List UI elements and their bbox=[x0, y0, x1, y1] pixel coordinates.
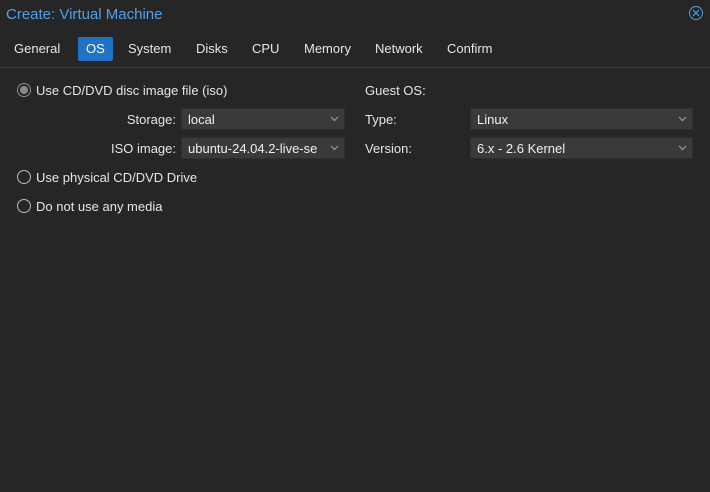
iso-image-label: ISO image: bbox=[110, 141, 176, 156]
os-type-value: Linux bbox=[477, 111, 509, 127]
storage-select[interactable]: local bbox=[181, 108, 345, 130]
tab-confirm[interactable]: Confirm bbox=[439, 37, 501, 61]
tab-general[interactable]: General bbox=[6, 37, 68, 61]
iso-image-value: ubuntu-24.04.2-live-se bbox=[188, 140, 318, 156]
close-icon bbox=[692, 9, 700, 17]
window-titlebar: Create: Virtual Machine bbox=[0, 0, 710, 29]
chevron-down-icon[interactable] bbox=[324, 138, 344, 158]
chevron-down-icon[interactable] bbox=[672, 109, 692, 129]
os-version-select[interactable]: 6.x - 2.6 Kernel bbox=[470, 137, 693, 159]
radio-button[interactable] bbox=[17, 199, 31, 213]
radio-label-no-media: Do not use any media bbox=[36, 198, 163, 214]
window-title: Create: Virtual Machine bbox=[6, 6, 163, 23]
storage-value: local bbox=[188, 111, 215, 127]
tab-network[interactable]: Network bbox=[367, 37, 431, 61]
chevron-down-icon[interactable] bbox=[324, 109, 344, 129]
guest-os-heading: Guest OS: bbox=[365, 83, 426, 98]
os-version-label: Version: bbox=[365, 141, 412, 156]
radio-iso-image[interactable]: Use CD/DVD disc image file (iso) bbox=[17, 81, 227, 99]
radio-button[interactable] bbox=[17, 170, 31, 184]
tab-cpu[interactable]: CPU bbox=[244, 37, 287, 61]
radio-label-iso: Use CD/DVD disc image file (iso) bbox=[36, 82, 228, 98]
os-type-label: Type: bbox=[365, 112, 397, 127]
close-button[interactable] bbox=[689, 6, 703, 20]
tab-disks[interactable]: Disks bbox=[188, 37, 236, 61]
tab-memory[interactable]: Memory bbox=[296, 37, 359, 61]
iso-image-select[interactable]: ubuntu-24.04.2-live-se bbox=[181, 137, 345, 159]
radio-button-checked[interactable] bbox=[17, 83, 31, 97]
tab-bar: General OS System Disks CPU Memory Netwo… bbox=[0, 37, 710, 68]
radio-no-media[interactable]: Do not use any media bbox=[17, 197, 162, 215]
chevron-down-icon[interactable] bbox=[672, 138, 692, 158]
os-type-select[interactable]: Linux bbox=[470, 108, 693, 130]
radio-label-physical: Use physical CD/DVD Drive bbox=[36, 169, 198, 185]
os-version-value: 6.x - 2.6 Kernel bbox=[477, 140, 566, 156]
radio-physical-drive[interactable]: Use physical CD/DVD Drive bbox=[17, 168, 197, 186]
tab-os[interactable]: OS bbox=[78, 37, 113, 61]
tab-system[interactable]: System bbox=[120, 37, 179, 61]
storage-label: Storage: bbox=[126, 112, 176, 127]
